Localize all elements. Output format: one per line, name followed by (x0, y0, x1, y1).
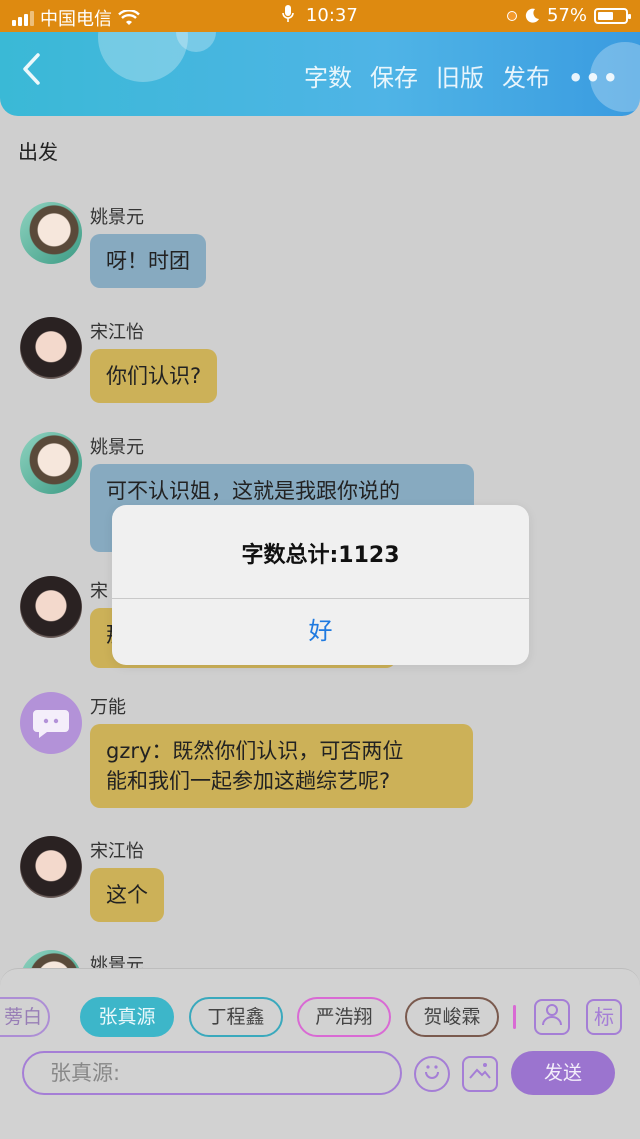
mark-button[interactable]: 标 (586, 999, 622, 1035)
character-chip-yan-haoxiang[interactable]: 严浩翔 (297, 997, 391, 1037)
character-manager-button[interactable] (534, 999, 570, 1035)
send-button[interactable]: 发送 (511, 1051, 615, 1095)
avatar[interactable] (20, 317, 82, 379)
avatar[interactable] (20, 202, 82, 264)
character-chip-zhang-zhenyuan[interactable]: 张真源 (80, 997, 174, 1037)
moon-icon (525, 8, 539, 23)
character-chip-he-junlin[interactable]: 贺峻霖 (405, 997, 499, 1037)
word-count-alert: 字数总计:1123 好 (112, 505, 529, 665)
publish-button[interactable]: 发布 (502, 64, 550, 92)
message-bubble[interactable]: 呀！时团 (90, 234, 206, 288)
clock: 10:37 (305, 5, 358, 26)
avatar[interactable] (20, 692, 82, 754)
save-button[interactable]: 保存 (370, 64, 418, 92)
sender-name: 宋江怡 (90, 322, 144, 343)
composer-panel: 蒡白 张真源 丁程鑫 严浩翔 贺峻霖 标 张真源: 发送 (0, 968, 640, 1139)
message-item[interactable]: 姚景元 (20, 950, 620, 968)
sender-name: 姚景元 (90, 437, 144, 458)
message-bubble[interactable]: 这个 (90, 868, 164, 922)
word-count-button[interactable]: 字数 (304, 64, 352, 92)
message-bubble[interactable]: 你们认识? (90, 349, 218, 403)
decorative-bubble (98, 32, 188, 82)
sender-name: 宋江怡 (90, 841, 144, 862)
avatar[interactable] (20, 576, 82, 638)
person-icon (542, 1004, 562, 1026)
sender-name: 宋 (90, 581, 108, 602)
microphone-icon (282, 5, 294, 22)
battery-fill (598, 11, 613, 20)
image-button[interactable] (462, 1056, 498, 1092)
back-button[interactable] (20, 52, 42, 93)
character-chip-ding-chengxin[interactable]: 丁程鑫 (189, 997, 283, 1037)
message-input[interactable]: 张真源: (22, 1051, 402, 1095)
message-bubble[interactable]: gzry：既然你们认识，可否两位 能和我们一起参加这趟综艺呢? (90, 724, 473, 808)
top-navigation-bar: 字数 保存 旧版 发布 ••• (0, 32, 640, 116)
more-options-button[interactable]: ••• (568, 64, 620, 92)
privacy-indicator-icon (506, 10, 517, 21)
chapter-title: 出发 (18, 140, 58, 164)
emoji-button[interactable] (414, 1056, 450, 1092)
avatar[interactable] (20, 432, 82, 494)
avatar[interactable] (20, 836, 82, 898)
avatar[interactable] (20, 950, 82, 968)
battery-percent: 57% (546, 5, 587, 26)
image-icon (469, 1063, 491, 1079)
status-bar: 中国电信 10:37 57% (0, 0, 640, 32)
chat-bubble-icon (33, 710, 69, 738)
sender-name: 姚景元 (90, 207, 144, 228)
smiley-icon (425, 1065, 439, 1079)
sender-name: 姚景元 (90, 955, 144, 968)
character-chip-narrator[interactable]: 蒡白 (0, 997, 50, 1037)
chevron-left-icon (23, 53, 40, 85)
chip-overflow-indicator (513, 1005, 516, 1029)
battery-icon (594, 7, 631, 24)
alert-title: 字数总计:1123 (241, 543, 400, 568)
ok-button[interactable]: 好 (112, 598, 529, 665)
legacy-version-button[interactable]: 旧版 (436, 64, 484, 92)
sender-name: 万能 (90, 697, 126, 718)
